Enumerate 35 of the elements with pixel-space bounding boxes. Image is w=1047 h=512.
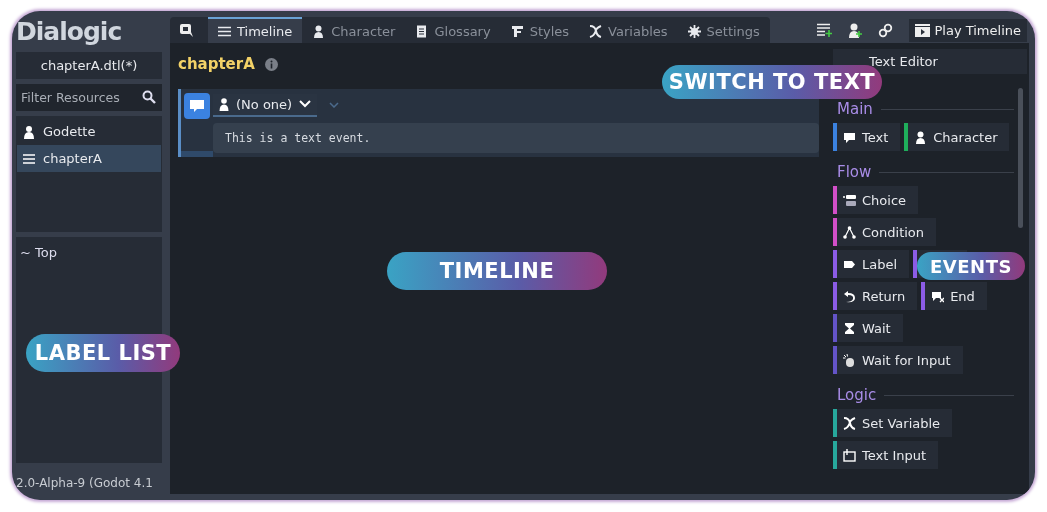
event-button[interactable]: Label [833,250,910,278]
callout-tooltip: SWITCH TO TEXT [662,65,882,99]
text-editor-button[interactable]: Text Editor [833,49,1027,74]
file-name: chapterA.dtl(*) [16,52,162,79]
tab[interactable]: Glossary [405,17,501,43]
event-button[interactable]: Character [904,123,1010,151]
event-button[interactable]: Wait [833,314,903,342]
tab[interactable]: Variables [579,17,678,43]
tab[interactable]: Styles [500,17,580,43]
callout-tooltip: EVENTS [917,252,1025,280]
event-button[interactable]: Return [833,282,918,310]
app-logo: Dialogic [16,17,123,47]
timeline-title: chapterA [178,55,255,73]
event-button[interactable]: Condition [833,218,937,246]
tab[interactable]: Timeline [208,17,303,43]
section-heading: Flow [837,163,872,181]
event-button[interactable]: Set Variable [833,409,953,437]
play-timeline-button[interactable]: Play Timeline [909,18,1027,42]
callout-tooltip: LABEL LIST [26,334,180,372]
label-item[interactable]: ~ Top [20,245,158,260]
resource-item[interactable]: Godette [17,118,161,145]
event-button[interactable]: Wait for Input [833,346,963,374]
event-text-field[interactable]: This is a text event. [213,123,819,153]
section-heading: Main [837,100,873,118]
event-button[interactable]: Text [833,123,901,151]
tab[interactable]: Settings [677,17,770,43]
filter-field[interactable]: Filter Resources [16,84,162,111]
section-heading: Logic [837,386,877,404]
version-text: 2.0-Alpha-9 (Godot 4.1 [16,475,154,492]
event-button[interactable]: Text Input [833,441,939,469]
tab[interactable]: Character [302,17,406,43]
callout-tooltip: TIMELINE [387,252,607,290]
event-button[interactable]: Choice [833,186,919,214]
event-button[interactable]: End [921,282,987,310]
resource-item[interactable]: chapterA [17,145,161,172]
